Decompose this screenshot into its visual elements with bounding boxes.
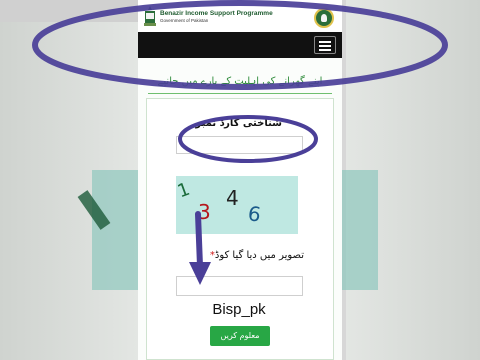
captcha-char: 3 (198, 200, 211, 224)
heading-divider (148, 93, 332, 94)
page-heading: اپنے گھرانے کی اہلیت کے بارے میں جانیے (157, 76, 323, 87)
pakistan-emblem-icon (144, 6, 156, 26)
blurred-captcha-right (340, 170, 378, 290)
id-card-input[interactable] (176, 136, 303, 154)
blurred-captcha-left (92, 170, 138, 290)
bisp-seal-icon (314, 8, 334, 28)
captcha-char: 4 (226, 186, 239, 210)
brand-subtitle: Government of Pakistan (160, 18, 209, 23)
brand-block[interactable]: Benazir Income Support Programme Governm… (160, 10, 273, 24)
navbar (138, 32, 342, 58)
top-header: Benazir Income Support Programme Governm… (138, 0, 342, 33)
watermark-caption: Bisp_pk (202, 296, 276, 324)
captcha-char: 1 (174, 178, 193, 203)
blurred-background-top (0, 0, 138, 22)
phone-screen: Benazir Income Support Programme Governm… (138, 0, 342, 360)
captcha-code-label: تصویر میں دیا گیا کوڈ* (210, 250, 304, 261)
captcha-code-label-text: تصویر میں دیا گیا کوڈ (214, 250, 304, 261)
main-content: اپنے گھرانے کی اہلیت کے بارے میں جانیے ش… (138, 58, 342, 360)
submit-button[interactable]: معلوم کریں (210, 326, 270, 346)
id-card-label: شناختی کارڈ نمبر (195, 118, 282, 129)
hamburger-menu-icon[interactable] (314, 36, 336, 54)
captcha-image: 1 3 4 6 (174, 176, 298, 234)
captcha-code-input[interactable] (176, 276, 303, 296)
captcha-char: 6 (246, 201, 263, 227)
brand-title: Benazir Income Support Programme (160, 10, 273, 17)
